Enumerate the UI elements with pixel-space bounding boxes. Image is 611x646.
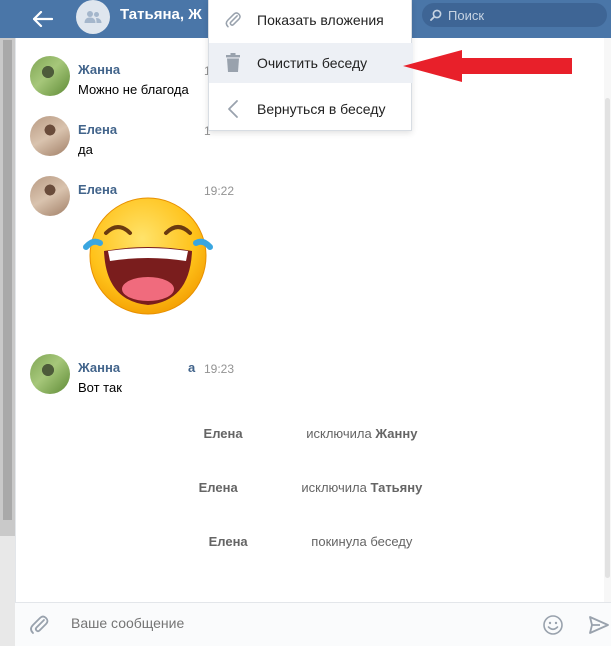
people-icon	[84, 11, 102, 23]
service-message: Елена покинула беседу	[16, 534, 605, 549]
paperclip-icon	[225, 12, 241, 28]
message-input[interactable]	[71, 615, 471, 631]
avatar[interactable]	[30, 176, 70, 216]
service-action: покинула беседу	[311, 534, 413, 549]
vk-messenger-window: Татьяна, Ж Поиск Жанна 19: Можно не благ…	[0, 0, 611, 646]
emoji-icon[interactable]	[542, 614, 564, 636]
group-chat-avatar[interactable]	[76, 0, 110, 34]
left-scrollbar[interactable]	[0, 0, 15, 646]
avatar[interactable]	[30, 354, 70, 394]
right-scrollbar[interactable]	[604, 38, 611, 602]
avatar[interactable]	[30, 116, 70, 156]
chevron-left-icon	[228, 100, 238, 118]
service-message: Елена исключила Татьяну	[16, 480, 605, 495]
left-scrollbar-thumb[interactable]	[3, 40, 12, 520]
menu-item-label: Вернуться в беседу	[257, 101, 386, 117]
message-text: Можно не благода	[78, 82, 189, 97]
chat-actions-menu: Показать вложения Очистить беседу Вернут…	[208, 0, 413, 131]
right-scrollbar-thumb[interactable]	[605, 98, 610, 578]
service-actor[interactable]: Елена	[209, 534, 248, 549]
search-box[interactable]: Поиск	[422, 3, 607, 27]
service-message: Елена исключила Жанну	[16, 426, 605, 441]
message-time: 19:23	[204, 362, 235, 376]
chat-title[interactable]: Татьяна, Ж	[120, 6, 202, 23]
red-arrow-annotation	[403, 50, 572, 82]
message-author[interactable]: Жанна	[78, 62, 120, 77]
avatar[interactable]	[30, 56, 70, 96]
search-icon	[430, 9, 442, 21]
message-item: Жанна а 19:23 Вот так	[30, 354, 590, 398]
service-target[interactable]: Жанну	[375, 426, 417, 441]
send-icon[interactable]	[587, 613, 611, 637]
menu-item-label: Показать вложения	[257, 12, 384, 28]
message-text: Вот так	[78, 380, 122, 395]
message-composer	[15, 602, 611, 646]
paperclip-icon[interactable]	[27, 613, 51, 637]
arrow-left-icon	[33, 11, 53, 27]
laughing-emoji-sticker	[83, 197, 213, 315]
menu-item-show-attachments[interactable]: Показать вложения	[209, 0, 413, 40]
message-author-suffix: а	[188, 360, 196, 375]
back-button[interactable]	[28, 4, 58, 34]
menu-item-return-to-chat[interactable]: Вернуться в беседу	[209, 89, 413, 129]
menu-item-clear-chat[interactable]: Очистить беседу	[209, 43, 413, 83]
service-action: исключила	[301, 480, 367, 495]
left-scrollbar-track-bottom	[0, 536, 15, 646]
message-text: да	[78, 142, 93, 157]
message-author[interactable]: Жанна	[78, 360, 120, 375]
service-action: исключила	[306, 426, 372, 441]
service-actor[interactable]: Елена	[199, 480, 238, 495]
message-author[interactable]: Елена	[78, 122, 117, 137]
menu-item-label: Очистить беседу	[257, 55, 368, 71]
service-actor[interactable]: Елена	[204, 426, 243, 441]
service-target[interactable]: Татьяну	[370, 480, 422, 495]
search-placeholder: Поиск	[448, 7, 485, 23]
trash-icon	[226, 53, 240, 72]
